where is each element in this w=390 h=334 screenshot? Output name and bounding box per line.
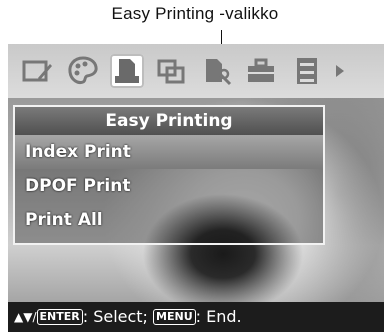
end-hint: : End. bbox=[195, 307, 242, 326]
print-settings-icon[interactable] bbox=[200, 54, 234, 88]
edit-icon[interactable] bbox=[20, 54, 54, 88]
menu-item-index-print[interactable]: Index Print bbox=[15, 135, 323, 169]
lcd-screen: Easy Printing Index Print DPOF Print Pri… bbox=[8, 44, 384, 332]
menu-toolbar bbox=[8, 44, 384, 98]
toolbox-icon[interactable] bbox=[244, 54, 278, 88]
more-arrow-icon[interactable] bbox=[330, 54, 350, 88]
menu-key-icon: MENU bbox=[153, 309, 196, 325]
enter-key-icon: ENTER bbox=[36, 309, 83, 325]
cabinet-icon[interactable] bbox=[290, 54, 324, 88]
print-icon[interactable] bbox=[110, 54, 144, 88]
up-down-arrows-icon: ▲▼/ bbox=[14, 310, 37, 324]
callout-label: Easy Printing -valikko bbox=[111, 4, 279, 23]
layout-icon[interactable] bbox=[154, 54, 188, 88]
status-bar: ▲▼/ENTER: Select; MENU: End. bbox=[8, 302, 384, 332]
menu-item-print-all[interactable]: Print All bbox=[15, 203, 323, 237]
select-hint: : Select; bbox=[82, 307, 154, 326]
menu-item-dpof-print[interactable]: DPOF Print bbox=[15, 169, 323, 203]
easy-printing-menu: Easy Printing Index Print DPOF Print Pri… bbox=[13, 105, 325, 245]
palette-icon[interactable] bbox=[66, 54, 100, 88]
menu-title: Easy Printing bbox=[15, 107, 323, 135]
